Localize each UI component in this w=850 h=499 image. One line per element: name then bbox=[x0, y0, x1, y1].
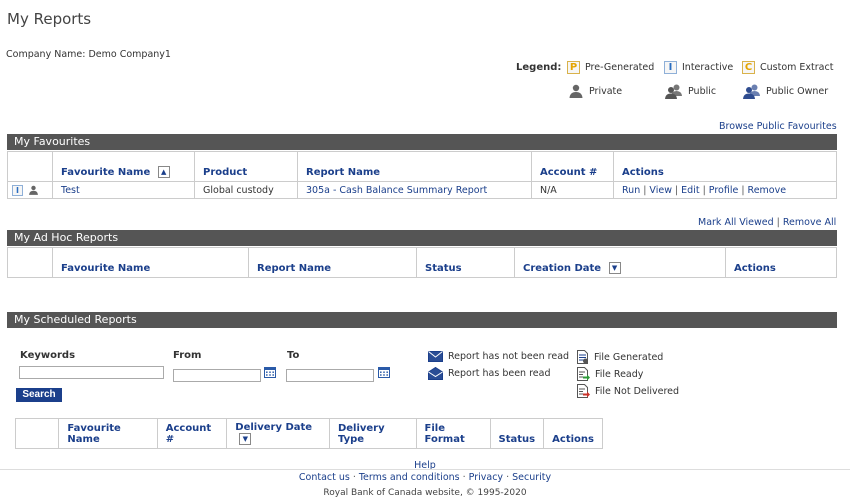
file-ready-icon bbox=[577, 367, 590, 381]
contact-us-link[interactable]: Contact us bbox=[299, 472, 350, 483]
row-actions: Run | View | Edit | Profile | Remove bbox=[613, 181, 837, 199]
calendar-icon[interactable] bbox=[264, 366, 276, 378]
browse-public-favourites-link[interactable]: Browse Public Favourites bbox=[719, 121, 837, 132]
col-status: Status bbox=[416, 247, 515, 278]
col-icons bbox=[7, 151, 53, 182]
run-link[interactable]: Run bbox=[622, 185, 640, 196]
to-date-input[interactable] bbox=[286, 369, 374, 382]
col-delivery-date[interactable]: Delivery Date ▼ bbox=[226, 418, 330, 449]
adhoc-header: My Ad Hoc Reports bbox=[7, 230, 837, 246]
col-file-format: File Format bbox=[415, 418, 491, 449]
calendar-icon[interactable] bbox=[378, 366, 390, 378]
security-link[interactable]: Security bbox=[512, 472, 551, 483]
from-label: From bbox=[173, 350, 202, 361]
keywords-input[interactable] bbox=[19, 366, 164, 379]
profile-link[interactable]: Profile bbox=[709, 185, 739, 196]
remove-link[interactable]: Remove bbox=[748, 185, 787, 196]
view-link[interactable]: View bbox=[649, 185, 672, 196]
footer-links: Contact us · Terms and conditions · Privacy ·… bbox=[298, 472, 552, 483]
search-button[interactable]: Search bbox=[16, 388, 62, 402]
edit-link[interactable]: Edit bbox=[681, 185, 699, 196]
legend-custom-extract: C Custom Extract bbox=[742, 61, 833, 74]
sort-desc-icon[interactable]: ▼ bbox=[608, 262, 621, 274]
from-date-input[interactable] bbox=[173, 369, 261, 382]
mark-all-viewed-link[interactable]: Mark All Viewed bbox=[698, 217, 774, 228]
custom-extract-icon: C bbox=[742, 61, 755, 74]
legend-public-owner: Public Owner bbox=[742, 84, 828, 99]
row-type-icons: I bbox=[7, 181, 53, 199]
col-favourite-name: Favourite Name bbox=[52, 247, 249, 278]
col-creation-date[interactable]: Creation Date ▼ bbox=[514, 247, 726, 278]
col-account: Account # bbox=[531, 151, 614, 182]
interactive-icon: I bbox=[12, 184, 23, 196]
sort-desc-icon[interactable]: ▼ bbox=[239, 433, 252, 445]
private-user-icon bbox=[29, 185, 38, 195]
status-file-ready: File Ready bbox=[577, 367, 643, 381]
sort-asc-icon[interactable]: ▲ bbox=[157, 166, 170, 178]
pre-generated-icon: P bbox=[567, 61, 580, 74]
public-owner-icon bbox=[743, 84, 760, 99]
to-label: To bbox=[287, 350, 300, 361]
status-file-not-delivered: File Not Delivered bbox=[577, 384, 679, 398]
adhoc-header-row: Favourite Name Report Name Status Creati… bbox=[7, 247, 837, 278]
col-icons bbox=[7, 247, 53, 278]
footer-divider bbox=[0, 469, 850, 470]
row-report-name[interactable]: 305a - Cash Balance Summary Report bbox=[297, 181, 532, 199]
col-actions: Actions bbox=[725, 247, 837, 278]
favourites-header-row: Favourite Name ▲ Product Report Name Acc… bbox=[7, 151, 837, 182]
col-account: Account # bbox=[156, 418, 228, 449]
status-read: Report has been read bbox=[428, 367, 550, 380]
company-name: Company Name: Demo Company1 bbox=[6, 49, 171, 60]
status-file-generated: File Generated bbox=[577, 350, 663, 364]
favourites-table: Favourite Name ▲ Product Report Name Acc… bbox=[7, 151, 837, 199]
col-report-name: Report Name bbox=[248, 247, 417, 278]
legend-private: Private bbox=[568, 84, 622, 98]
col-actions: Actions bbox=[613, 151, 837, 182]
legend-pre-generated: P Pre-Generated bbox=[567, 61, 654, 74]
favourites-header: My Favourites bbox=[7, 134, 837, 150]
col-status: Status bbox=[489, 418, 545, 449]
private-user-icon bbox=[569, 84, 583, 98]
public-users-icon bbox=[665, 84, 682, 99]
favourite-name-link[interactable]: Test bbox=[61, 185, 80, 196]
scheduled-header: My Scheduled Reports bbox=[7, 312, 837, 328]
envelope-open-icon bbox=[428, 367, 443, 380]
status-not-read: Report has not been read bbox=[428, 351, 569, 362]
col-report-name: Report Name bbox=[297, 151, 532, 182]
table-row: I Test Global custody 305a - Cash Balanc… bbox=[7, 181, 837, 199]
col-icons bbox=[14, 418, 60, 449]
col-favourite-name[interactable]: Favourite Name ▲ bbox=[52, 151, 195, 182]
row-favourite-name[interactable]: Test bbox=[52, 181, 195, 199]
adhoc-actions: Mark All Viewed | Remove All bbox=[698, 217, 837, 228]
row-account: N/A bbox=[531, 181, 614, 199]
remove-all-link[interactable]: Remove All bbox=[783, 217, 836, 228]
col-product: Product bbox=[194, 151, 298, 182]
scheduled-table: Favourite Name Account # Delivery Date ▼… bbox=[14, 418, 603, 449]
copyright: Royal Bank of Canada website, © 1995-202… bbox=[323, 488, 527, 498]
col-delivery-type: Delivery Type bbox=[328, 418, 417, 449]
scheduled-header-row: Favourite Name Account # Delivery Date ▼… bbox=[14, 418, 603, 449]
row-product: Global custody bbox=[194, 181, 298, 199]
file-generated-icon bbox=[577, 350, 588, 364]
keywords-label: Keywords bbox=[20, 350, 76, 361]
col-favourite-name: Favourite Name bbox=[58, 418, 158, 449]
col-actions: Actions bbox=[543, 418, 603, 449]
adhoc-table: Favourite Name Report Name Status Creati… bbox=[7, 247, 837, 278]
terms-link[interactable]: Terms and conditions bbox=[359, 472, 460, 483]
legend-label: Legend: bbox=[516, 62, 562, 73]
envelope-closed-icon bbox=[428, 351, 443, 362]
file-not-delivered-icon bbox=[577, 384, 590, 398]
legend-public: Public bbox=[664, 84, 716, 99]
legend-interactive: I Interactive bbox=[664, 61, 733, 74]
page-title: My Reports bbox=[7, 10, 92, 28]
privacy-link[interactable]: Privacy bbox=[469, 472, 503, 483]
report-name-link[interactable]: 305a - Cash Balance Summary Report bbox=[306, 185, 487, 196]
interactive-icon: I bbox=[664, 61, 677, 74]
